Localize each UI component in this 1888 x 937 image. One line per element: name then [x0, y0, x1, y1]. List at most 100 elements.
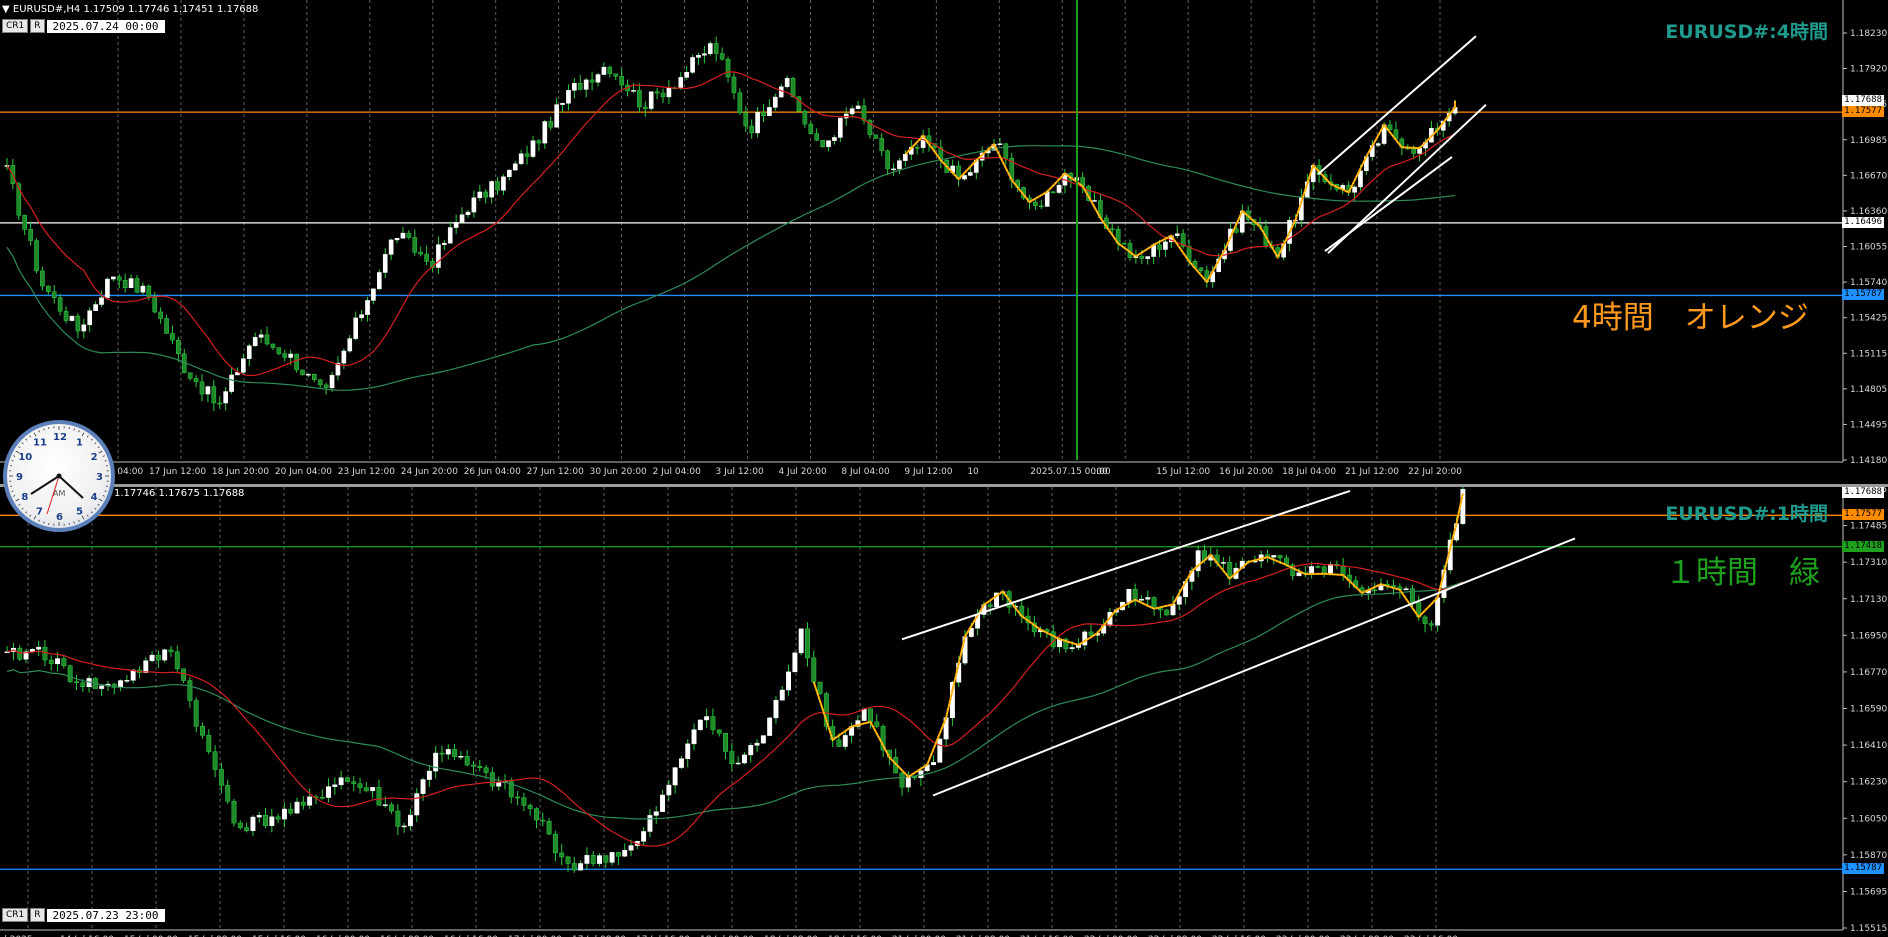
analog-clock-widget[interactable]: 12 1 2 3 4 5 6 7 8 9 10 11 AM	[3, 420, 115, 532]
candle-body	[128, 278, 134, 289]
candle-body	[63, 310, 69, 321]
clock-tick	[25, 438, 28, 441]
candle-body	[99, 297, 104, 305]
y-tick-label: 1.16410	[1850, 741, 1887, 751]
candle-body	[1038, 205, 1044, 207]
candle-body	[565, 856, 571, 864]
x-tick-label: 2 Jul 04:00	[653, 467, 702, 477]
ma-slow-line	[6, 145, 1456, 391]
price-tag: 1.17577	[1842, 509, 1884, 521]
candle-body	[1271, 555, 1277, 558]
candle-body	[696, 54, 701, 58]
candle-body	[275, 816, 281, 820]
candle-body	[566, 90, 571, 104]
candle-body	[997, 143, 1003, 145]
candle-body	[116, 276, 122, 281]
x-tick-label: 8 Jul 04:00	[841, 467, 890, 477]
candle-body	[158, 311, 163, 319]
h4-cr1-button[interactable]: CR1	[2, 19, 29, 33]
h1-chart-canvas[interactable]: 1.176851.174851.173101.171301.169501.167…	[0, 487, 1888, 937]
candle-body	[761, 112, 766, 116]
candle-body	[773, 699, 779, 719]
candle-body	[731, 76, 737, 93]
x-tick-label: 27 Jun 12:00	[527, 467, 584, 477]
candle-body	[371, 288, 376, 301]
h1-chart-pane[interactable]: 1.176851.174851.173101.171301.169501.167…	[0, 487, 1888, 937]
candle-body	[1403, 588, 1409, 591]
clock-tick	[29, 514, 32, 517]
candle-body	[1157, 244, 1162, 250]
candle-body	[1126, 588, 1132, 603]
clock-tick	[97, 503, 100, 506]
candle-body	[685, 743, 691, 759]
candle-body	[1340, 565, 1346, 576]
candle-body	[1109, 228, 1115, 230]
x-tick-label: 15 Jul 12:00	[1156, 467, 1210, 477]
candle-body	[1321, 566, 1327, 575]
candle-body	[74, 681, 79, 684]
candle-body	[1164, 609, 1170, 616]
candle-body	[897, 160, 902, 170]
candle-body	[767, 717, 773, 736]
clock-number: 4	[91, 492, 98, 503]
candle-body	[187, 680, 193, 701]
candle-body	[140, 285, 146, 293]
y-tick-label: 1.16950	[1850, 631, 1887, 641]
candle-body	[873, 134, 879, 139]
x-tick-label: 10	[967, 467, 979, 477]
y-tick-label: 1.17130	[1850, 595, 1887, 605]
candle-body	[729, 751, 735, 765]
candle-body	[1375, 143, 1381, 146]
candle-body	[690, 57, 695, 73]
x-tick-label: 20 Jun 04:00	[275, 467, 332, 477]
clock-tick	[18, 446, 21, 449]
candle-body	[326, 786, 331, 798]
clock-number: 7	[36, 507, 43, 518]
candle-body	[464, 756, 470, 766]
clock-tick	[11, 460, 14, 462]
clock-tick	[78, 519, 80, 522]
candle-body	[515, 796, 521, 799]
candle-body	[637, 90, 642, 108]
x-tick-label: 4 Jul 20:00	[778, 467, 827, 477]
candle-body	[1328, 563, 1333, 575]
y-tick-label: 1.14495	[1850, 420, 1887, 430]
zigzag-dots	[905, 100, 1456, 283]
y-tick-label: 1.17920	[1850, 65, 1887, 75]
candle-body	[666, 784, 672, 796]
y-tick-label: 1.16670	[1850, 171, 1887, 181]
clock-number: 12	[53, 432, 67, 443]
candle-body	[577, 83, 583, 90]
clock-number: 11	[33, 437, 47, 448]
y-tick-label: 1.14180	[1850, 456, 1887, 466]
candle-body	[855, 105, 861, 109]
candle-body	[307, 796, 313, 806]
candle-body	[1139, 256, 1145, 259]
candle-body	[578, 863, 584, 871]
candle-body	[786, 671, 792, 691]
candle-body	[300, 801, 306, 806]
price-tag: 1.17577	[1842, 106, 1884, 118]
candle-body	[861, 105, 867, 121]
candle-body	[619, 76, 624, 86]
candle-body	[885, 150, 890, 170]
candle-body	[48, 659, 54, 665]
candle-body	[792, 652, 798, 673]
y-tick-label: 1.15695	[1850, 887, 1887, 897]
candle-body	[552, 833, 558, 854]
candle-body	[1277, 555, 1283, 559]
candle-body	[496, 782, 502, 787]
h4-r-button[interactable]: R	[30, 19, 45, 33]
candle-body	[270, 343, 276, 348]
y-tick-label: 1.17310	[1850, 558, 1887, 568]
h4-chart-canvas[interactable]: 1.182301.179201.172951.169851.166701.163…	[0, 0, 1888, 486]
h1-r-button[interactable]: R	[30, 908, 45, 922]
candle-body	[155, 654, 161, 661]
candle-body	[344, 777, 350, 782]
x-tick-label: 16 Jul 20:00	[1219, 467, 1273, 477]
h1-cr1-button[interactable]: CR1	[2, 908, 29, 922]
candle-body	[784, 78, 790, 87]
candle-body	[282, 353, 288, 358]
h4-chart-pane[interactable]: 1.182301.179201.172951.169851.166701.163…	[0, 0, 1888, 486]
candle-body	[34, 240, 39, 272]
